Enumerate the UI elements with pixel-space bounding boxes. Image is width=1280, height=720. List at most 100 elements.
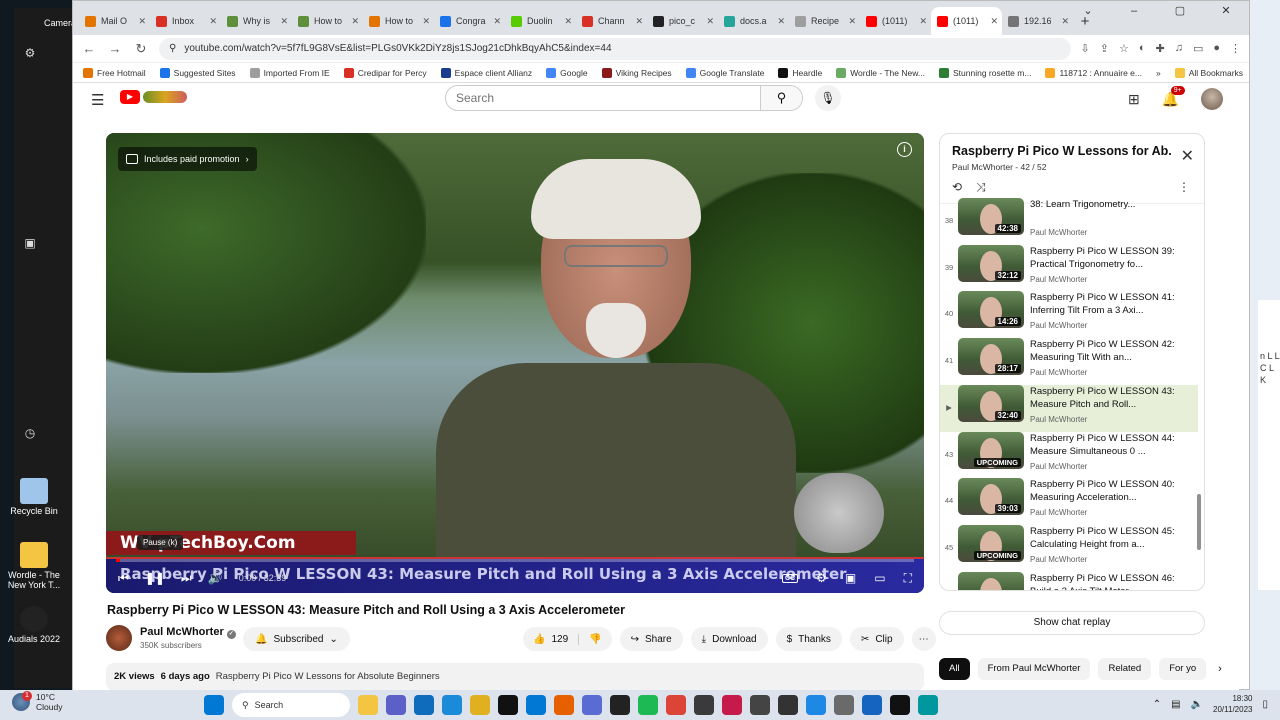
playlist-menu-icon[interactable]: ⋮ <box>1178 180 1190 194</box>
back-icon[interactable]: ← <box>81 41 97 56</box>
browser-tab[interactable]: Why is ✕ <box>221 7 292 35</box>
bookmark-item[interactable]: Stunning rosette m... <box>939 67 1031 78</box>
bookmark-item[interactable]: Imported From IE <box>249 67 330 78</box>
video-thumbnail[interactable]: UPCOMING <box>958 431 1024 469</box>
show-chat-replay-button[interactable]: Show chat replay <box>939 611 1205 635</box>
store-icon[interactable] <box>526 695 546 715</box>
close-tab-icon[interactable]: ✕ <box>209 16 217 27</box>
bookmark-item[interactable]: Google Translate <box>685 67 764 78</box>
browser-tab[interactable]: docs.a ✕ <box>718 7 789 35</box>
playlist-item[interactable]: 41 28:17 Raspberry Pi Pico W LESSON 42: Me… <box>940 338 1198 385</box>
all-bookmarks[interactable]: All Bookmarks <box>1174 67 1243 78</box>
loop-icon[interactable]: ⟲ <box>952 180 962 195</box>
download-button[interactable]: ⤓ Download <box>690 627 768 651</box>
chevron-right-icon[interactable]: › <box>1218 663 1222 675</box>
description-box[interactable]: 2K views 6 days ago Raspberry Pi Pico W … <box>106 663 924 691</box>
playlist-item[interactable]: 43 UPCOMING Raspberry Pi Pico W LESSON 44:… <box>940 431 1198 479</box>
close-tab-icon[interactable]: ✕ <box>138 16 146 27</box>
bookmarks-overflow[interactable]: » <box>1156 68 1161 78</box>
progress-bar[interactable] <box>116 559 914 562</box>
shuffle-icon[interactable]: ⤨ <box>976 180 986 195</box>
weather-widget[interactable]: 1 10°C Cloudy <box>12 691 62 712</box>
spotify-icon[interactable] <box>638 695 658 715</box>
playlist-item[interactable]: 44 39:03 Raspberry Pi Pico W LESSON 40: Me… <box>940 478 1198 525</box>
share-button[interactable]: ↪ Share <box>619 627 683 651</box>
snip-icon[interactable] <box>862 695 882 715</box>
browser-tab[interactable]: (1011) ✕ <box>931 7 1002 35</box>
arduino-icon[interactable] <box>918 695 938 715</box>
captions-icon[interactable]: CC <box>782 573 799 583</box>
create-icon[interactable]: ⊞ <box>1128 91 1140 108</box>
settings-icon[interactable]: ⚙ <box>816 571 827 585</box>
maximize-button[interactable]: ▢ <box>1157 1 1203 21</box>
close-tab-icon[interactable]: ✕ <box>280 16 288 27</box>
like-button[interactable]: 👍 129 <box>523 633 580 645</box>
close-tab-icon[interactable]: ✕ <box>635 16 643 27</box>
gear-icon[interactable]: ⚙ <box>22 46 38 60</box>
bookmark-item[interactable]: Free Hotmail <box>83 67 146 78</box>
thanks-button[interactable]: $ Thanks <box>775 627 842 651</box>
bookmark-item[interactable]: Google <box>546 67 588 78</box>
video-thumbnail[interactable]: 28:17 <box>958 338 1024 376</box>
teams-icon[interactable] <box>386 695 406 715</box>
close-tab-icon[interactable]: ✕ <box>422 16 430 27</box>
chip-all[interactable]: All <box>939 658 970 680</box>
bookmark-item[interactable]: Espace client Allianz <box>440 67 532 78</box>
subscribed-button[interactable]: 🔔 Subscribed ⌄ <box>243 627 350 651</box>
bookmark-item[interactable]: Heardle <box>778 67 822 78</box>
volume-icon[interactable]: 🔈 <box>1191 699 1203 710</box>
media-icon[interactable]: ♫ <box>1175 42 1183 55</box>
notifications-icon[interactable]: ▯ <box>1262 699 1268 710</box>
playlist-scrollbar[interactable] <box>1197 494 1201 550</box>
chevron-up-icon[interactable]: ⌃ <box>1153 699 1161 710</box>
previous-icon[interactable]: ⏮ <box>118 571 129 586</box>
bookmark-item[interactable]: Viking Recipes <box>601 67 672 78</box>
close-tab-icon[interactable]: ✕ <box>493 16 501 27</box>
mail-icon[interactable] <box>414 695 434 715</box>
close-tab-icon[interactable]: ✕ <box>351 16 359 27</box>
avatar[interactable] <box>1201 88 1224 110</box>
browser-tab[interactable]: Congra ✕ <box>434 7 505 35</box>
video-thumbnail[interactable]: 32:12 <box>958 244 1024 282</box>
browser-tab[interactable]: pico_c ✕ <box>647 7 718 35</box>
channel-name[interactable]: Paul McWhorter <box>140 626 224 638</box>
volume-icon[interactable]: 🔊 <box>208 571 223 585</box>
close-icon[interactable]: ✕ <box>1181 146 1194 166</box>
typora-icon[interactable] <box>778 695 798 715</box>
puzzle-icon[interactable]: ✚ <box>1155 42 1164 55</box>
browser-tab[interactable]: Mail O ✕ <box>79 7 150 35</box>
bell-icon[interactable]: 🔔 9+ <box>1162 85 1185 108</box>
address-bar[interactable]: ⚲ youtube.com/watch?v=5f7fL9G8VsE&list=P… <box>159 37 1071 60</box>
browser-tab[interactable]: (1011) ✕ <box>860 7 931 35</box>
profile-icon[interactable]: ● <box>1213 42 1220 55</box>
browser-menu-icon[interactable]: ⋮ <box>1230 42 1241 55</box>
playlist-item[interactable]: ▶ 32:40 Raspberry Pi Pico W LESSON 43: Mea… <box>940 384 1198 432</box>
video-thumbnail[interactable]: 32:40 <box>958 384 1024 422</box>
browser-tab[interactable]: How to ✕ <box>363 7 434 35</box>
camera-icon[interactable] <box>890 695 910 715</box>
video-player[interactable]: Includes paid promotion › i WV pTechBoy.… <box>106 133 924 593</box>
capcut-icon[interactable] <box>498 695 518 715</box>
sidepanel-icon[interactable]: ▭ <box>1193 42 1203 55</box>
bookmark-item[interactable]: 118712 : Annuaire e... <box>1045 67 1142 78</box>
browser-tab[interactable]: 192.16 ✕ <box>1002 7 1073 35</box>
miniplayer-icon[interactable]: ▣ <box>845 571 856 585</box>
info-icon[interactable]: i <box>897 142 912 157</box>
playlist-link[interactable]: Raspberry Pi Pico W Lessons for Absolute… <box>216 671 440 683</box>
photos-icon[interactable] <box>582 695 602 715</box>
clock[interactable]: 18:30 20/11/2023 <box>1213 693 1252 715</box>
voice-search-button[interactable]: 🎙 <box>815 85 841 111</box>
star-icon[interactable]: ☆ <box>1119 42 1129 55</box>
chip-related[interactable]: Related <box>1098 658 1152 680</box>
app-blue-icon[interactable] <box>806 695 826 715</box>
paid-promotion-label[interactable]: Includes paid promotion › <box>118 147 257 171</box>
photos2-icon[interactable] <box>834 695 854 715</box>
file-explorer2-icon[interactable] <box>470 695 490 715</box>
pause-icon[interactable]: ❚❚ <box>145 571 165 585</box>
start-icon[interactable] <box>204 695 224 715</box>
playlist-item[interactable]: 45 UPCOMING Raspberry Pi Pico W LESSON 45:… <box>940 524 1198 572</box>
close-tab-icon[interactable]: ✕ <box>777 16 785 27</box>
youtube-logo[interactable]: ▶ <box>120 90 187 104</box>
file-explorer-icon[interactable] <box>358 695 378 715</box>
firefox-icon[interactable] <box>554 695 574 715</box>
